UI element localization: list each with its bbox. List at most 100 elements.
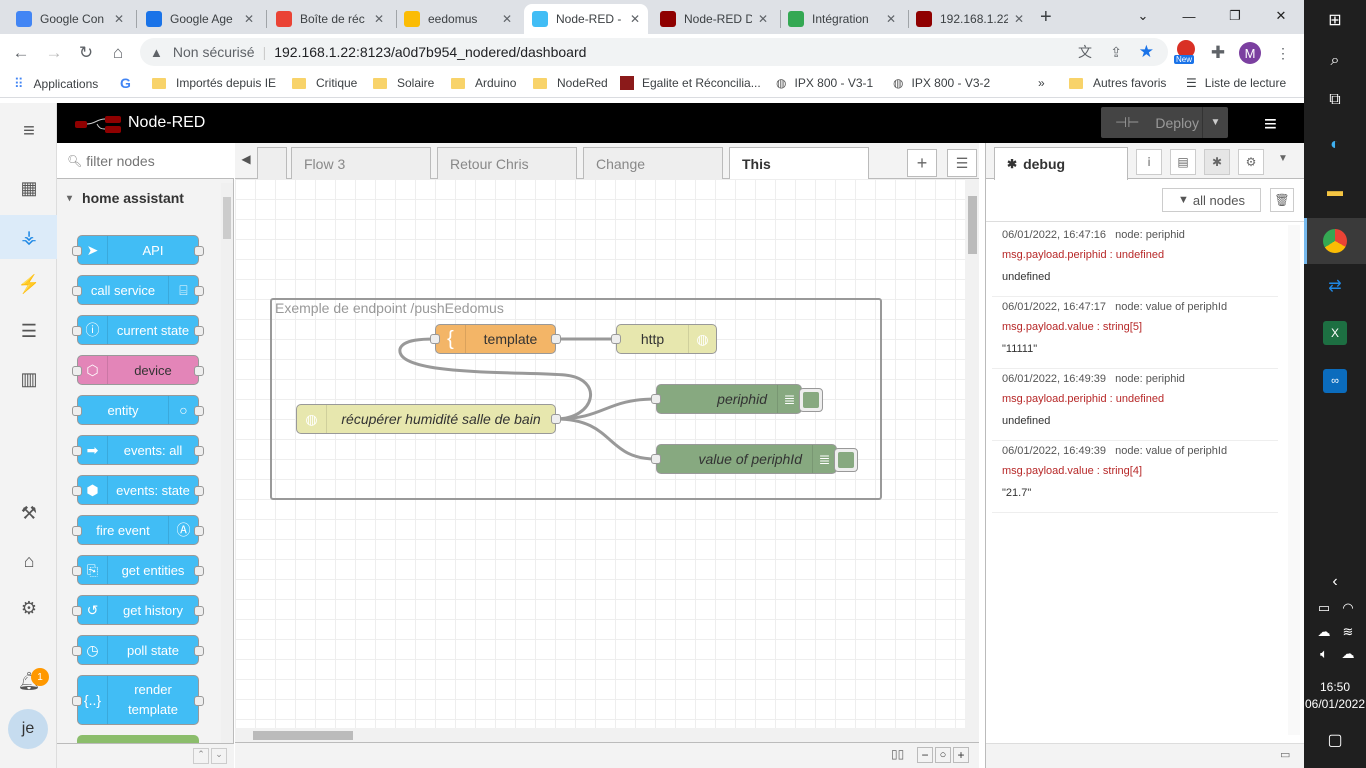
canvas-vertical-scrollbar[interactable] — [965, 179, 979, 728]
node-debug-periphid[interactable]: periphid ≣ — [651, 384, 823, 414]
map-icon[interactable]: ▯▯ — [891, 747, 904, 761]
expand-all-icon[interactable]: ⌄ — [211, 748, 227, 764]
close-tab-icon[interactable]: ✕ — [114, 12, 124, 26]
user-avatar[interactable]: je — [8, 709, 48, 749]
debug-message[interactable]: 06/01/2022, 16:49:39 node: value of peri… — [992, 441, 1278, 513]
deploy-button[interactable]: ⊣⊢ Deploy ▼ — [1101, 107, 1228, 138]
zoom-reset-button[interactable]: ○ — [935, 747, 951, 763]
app-icon[interactable]: ∞ — [1323, 369, 1347, 393]
zoom-out-button[interactable]: − — [917, 747, 933, 763]
tab-debug[interactable]: ✱ debug — [994, 147, 1128, 180]
node-http-in[interactable]: ◍ récupérer humidité salle de bain — [296, 404, 561, 434]
debug-toggle-button[interactable] — [799, 388, 823, 412]
debug-message[interactable]: 06/01/2022, 16:47:16 node: periphid msg.p… — [992, 225, 1278, 297]
bookmark-item[interactable]: Egalite et Réconcilia... — [620, 76, 761, 90]
close-tab-icon[interactable]: ✕ — [502, 12, 512, 26]
palette-node[interactable]: ⬢ events: state — [72, 475, 204, 505]
file-explorer-icon[interactable]: ▬ — [1323, 180, 1347, 204]
close-tab-icon[interactable]: ✕ — [758, 12, 768, 26]
palette-node[interactable]: fire event Ⓐ — [72, 515, 204, 545]
browser-tab[interactable]: Google Con ✕ — [8, 4, 132, 34]
filter-nodes-input[interactable] — [86, 152, 227, 169]
task-view-icon[interactable]: ⧉ — [1323, 88, 1347, 112]
bookmark-item[interactable]: NodeRed — [533, 76, 608, 90]
action-center-icon[interactable]: ▢ — [1323, 728, 1347, 752]
tray-chevron-icon[interactable]: ‹ — [1323, 570, 1347, 594]
bookmark-item[interactable]: Critique — [292, 76, 357, 90]
palette-node[interactable]: ➡ events: all — [72, 435, 204, 465]
bookmark-item[interactable]: Importés depuis IE — [152, 76, 276, 90]
flow-tab[interactable]: Flow 3 — [291, 147, 431, 179]
flow-list-icon[interactable]: ☰ — [947, 149, 977, 177]
windows-start-icon[interactable]: ⊞ — [1323, 8, 1347, 32]
warning-icon[interactable]: ▲ — [150, 45, 163, 60]
filter-all-nodes-button[interactable]: ▼ all nodes — [1162, 188, 1261, 212]
url-text[interactable]: 192.168.1.22:8123/a0d7b954_nodered/dashb… — [274, 44, 586, 60]
flow-canvas[interactable]: Exemple de endpoint /pushEedomus { templ… — [235, 179, 979, 742]
close-tab-icon[interactable]: ✕ — [630, 12, 640, 26]
browser-tab[interactable]: Google Age ✕ — [138, 4, 262, 34]
browser-tab[interactable]: Node-RED - ✕ — [524, 4, 648, 34]
close-tab-icon[interactable]: ✕ — [244, 12, 254, 26]
palette-node[interactable]: {..} render template — [72, 675, 204, 725]
clock-date[interactable]: 06/01/2022 — [1304, 697, 1366, 711]
node-template[interactable]: { template — [430, 324, 561, 354]
debug-scrollbar[interactable] — [1288, 225, 1300, 735]
history-chart-icon[interactable]: ▥ — [16, 366, 42, 392]
browser-tab[interactable]: 192.168.1.22 ✕ — [908, 4, 1032, 34]
share-icon[interactable]: ⇪ — [1110, 44, 1122, 61]
palette-node[interactable]: ⓘ current state — [72, 315, 204, 345]
back-icon[interactable]: ← — [10, 42, 32, 64]
search-icon[interactable]: ⌕ — [1323, 49, 1347, 73]
home-icon[interactable]: ⌂ — [107, 42, 129, 64]
excel-icon[interactable]: X — [1323, 321, 1347, 345]
bookmark-item[interactable]: Arduino — [451, 76, 516, 90]
other-bookmarks[interactable]: Autres favoris — [1069, 76, 1166, 90]
close-tab-icon[interactable]: ✕ — [1014, 12, 1024, 26]
profile-avatar[interactable]: M — [1239, 42, 1261, 64]
clear-trash-icon[interactable]: 🗑︎ — [1270, 188, 1294, 212]
address-bar[interactable]: ▲ Non sécurisé | 192.168.1.22:8123/a0d7b… — [140, 38, 1168, 66]
filter-nodes-field[interactable]: 🔍︎ — [57, 143, 234, 179]
bookmarks-overflow[interactable]: » — [1038, 76, 1045, 90]
zoom-in-button[interactable]: + — [953, 747, 969, 763]
palette-node[interactable]: call service ⌸ — [72, 275, 204, 305]
info-tab-icon[interactable]: ⅰ — [1136, 149, 1162, 175]
browser-tab[interactable]: eedomus ✕ — [396, 4, 520, 34]
forward-icon[interactable]: → — [43, 42, 65, 64]
main-menu-icon[interactable]: ≡ — [1264, 111, 1277, 137]
bookmark-item[interactable]: Solaire — [373, 76, 434, 90]
canvas-horizontal-scrollbar[interactable] — [235, 728, 979, 742]
add-flow-button[interactable]: + — [907, 149, 937, 177]
extension-new-icon[interactable]: New — [1174, 40, 1198, 64]
help-book-icon[interactable]: ▤ — [1170, 149, 1196, 175]
node-debug-value[interactable]: value of periphId ≣ — [651, 444, 858, 474]
developer-tools-icon[interactable]: ⚒ — [16, 500, 42, 526]
debug-message[interactable]: 06/01/2022, 16:47:17 node: value of peri… — [992, 297, 1278, 369]
flow-tab[interactable]: Change — [583, 147, 723, 179]
cloud-icon[interactable]: ☁ — [1312, 620, 1336, 644]
sidebar-dropdown-icon[interactable]: ▼ — [1278, 153, 1288, 164]
bookmark-star-icon[interactable]: ★ — [1139, 42, 1154, 62]
debug-bug-icon[interactable]: ✱ — [1204, 149, 1230, 175]
browser-tab[interactable]: Intégration ✕ — [780, 4, 904, 34]
minimize-button[interactable]: — — [1166, 0, 1212, 32]
settings-gear-icon[interactable]: ⚙ — [16, 595, 42, 621]
logbook-icon[interactable]: ☰ — [16, 318, 42, 344]
volume-icon[interactable]: 🔈︎ — [1312, 642, 1336, 666]
battery-icon[interactable]: ▭ — [1312, 596, 1336, 620]
supervisor-icon[interactable]: ⌂ — [16, 548, 42, 574]
extensions-puzzle-icon[interactable]: ✚ — [1207, 42, 1229, 64]
teamviewer-icon[interactable]: ⇄ — [1323, 274, 1347, 298]
flow-tab[interactable]: Retour Chris — [437, 147, 577, 179]
close-window-button[interactable]: ✕ — [1258, 0, 1304, 32]
collapse-all-icon[interactable]: ⌃ — [193, 748, 209, 764]
close-tab-icon[interactable]: ✕ — [374, 12, 384, 26]
reload-icon[interactable]: ↻ — [75, 42, 97, 64]
sidebar-popout-icon[interactable]: ▭ — [1280, 748, 1290, 761]
flow-tab[interactable]: This — [729, 147, 869, 180]
chrome-menu-icon[interactable]: ⋮ — [1272, 42, 1294, 64]
palette-node[interactable]: ↺ get history — [72, 595, 204, 625]
palette-category-header[interactable]: ▾ home assistant — [57, 183, 217, 213]
chrome-taskbar-item[interactable] — [1304, 218, 1366, 264]
